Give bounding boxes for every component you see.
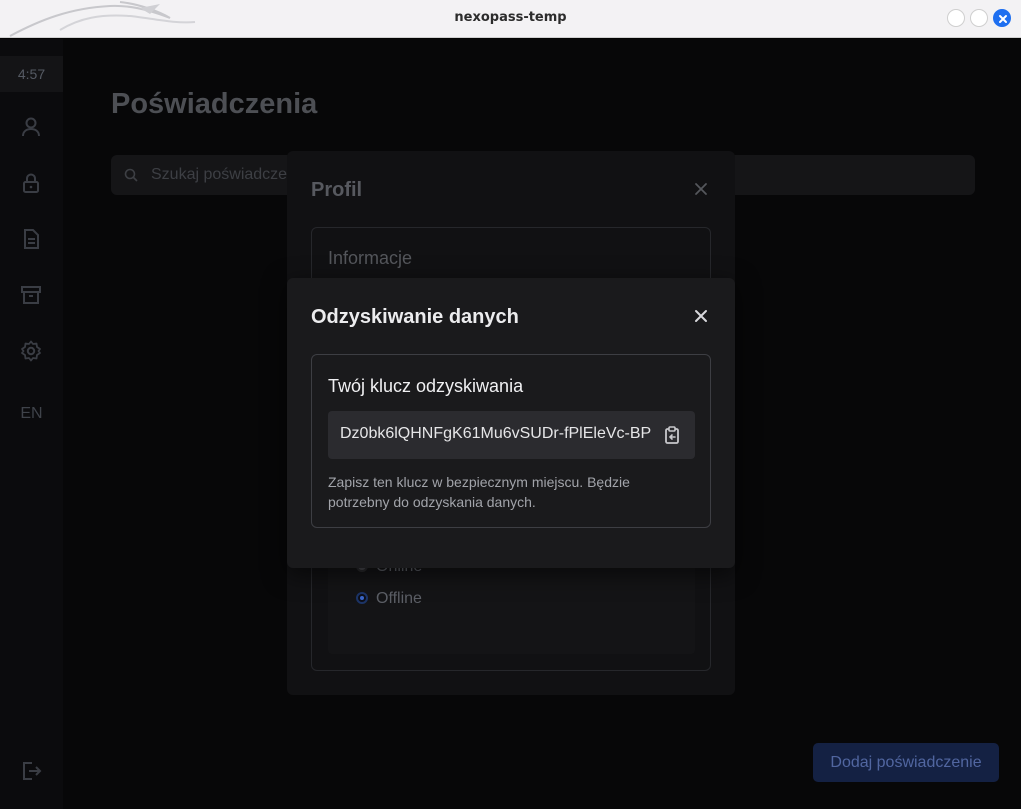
gear-icon[interactable] [19,339,43,363]
add-credential-button[interactable]: Dodaj poświadczenie [813,743,999,782]
page-title: Poświadczenia [111,88,318,120]
window-titlebar: nexopass-temp [0,0,1021,38]
sidebar: 4:57 EN [0,39,63,809]
close-icon[interactable] [691,306,711,326]
recovery-key-note: Zapisz ten klucz w bezpiecznym miejscu. … [328,474,630,510]
profile-modal-title: Profil [311,179,363,201]
recovery-modal: Odzyskiwanie danych Twój klucz odzyskiwa… [287,278,735,568]
radio-button-selected[interactable] [356,592,368,604]
maximize-button[interactable] [970,9,988,27]
recovery-key-field[interactable]: Dz0bk6lQHNFgK61Mu6vSUDr-fPlEleVc-BP [328,411,695,459]
radio-offline[interactable]: Offline [356,590,422,608]
logout-icon[interactable] [19,759,43,783]
close-icon[interactable] [693,181,709,197]
clipboard-copy-icon[interactable] [662,425,682,445]
recovery-key-heading: Twój klucz odzyskiwania [328,376,524,396]
language-switch[interactable]: EN [0,405,63,423]
archive-icon[interactable] [19,283,43,307]
session-timer: 4:57 [0,56,63,92]
recovery-key-card: Twój klucz odzyskiwania Dz0bk6lQHNFgK61M… [311,354,711,528]
search-placeholder: Szukaj poświadcze [151,166,288,183]
window-close-button[interactable] [993,9,1011,27]
user-icon[interactable] [19,115,43,139]
minimize-button[interactable] [947,9,965,27]
radio-label: Offline [376,590,422,607]
document-icon[interactable] [19,227,43,251]
window-title: nexopass-temp [454,10,567,25]
lock-icon[interactable] [19,171,43,195]
search-icon [124,168,138,182]
section-title: Informacje [328,248,413,268]
close-icon [999,15,1007,23]
recovery-modal-title: Odzyskiwanie danych [311,306,519,328]
recovery-key-value[interactable]: Dz0bk6lQHNFgK61Mu6vSUDr-fPlEleVc-BP [340,425,656,443]
